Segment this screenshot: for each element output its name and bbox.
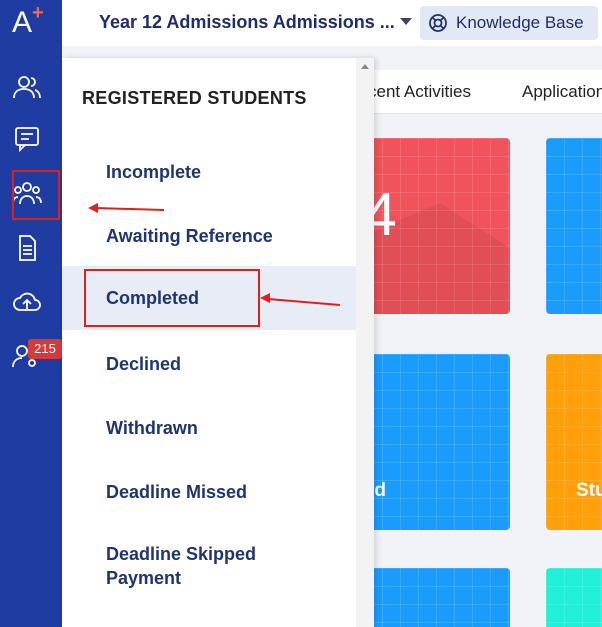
menu-item-incomplete[interactable]: Incomplete <box>62 158 356 186</box>
scrollbar[interactable] <box>356 58 374 627</box>
tab-recent-activities[interactable]: cent Activities <box>368 82 471 102</box>
menu-item-withdrawn[interactable]: Withdrawn <box>62 414 356 442</box>
annotation-box-sidebar <box>12 170 60 220</box>
knowledge-base-label: Knowledge Base <box>456 13 584 32</box>
notification-badge: 215 <box>28 339 62 359</box>
logo-plus-icon: + <box>32 2 44 24</box>
sidebar: A + 215 <box>0 0 62 627</box>
menu-title: REGISTERED STUDENTS <box>82 88 307 108</box>
users-icon[interactable] <box>10 72 44 102</box>
message-icon[interactable] <box>10 124 44 154</box>
stat-tile-blue[interactable] <box>546 138 602 314</box>
menu-item-deadline-skipped-payment[interactable]: Deadline Skipped Payment <box>62 542 292 590</box>
cloud-upload-icon[interactable] <box>10 287 44 317</box>
stat-tile-cyan[interactable] <box>546 568 602 627</box>
stat-tile-orange[interactable]: Stu <box>546 354 602 530</box>
document-icon[interactable] <box>10 233 44 263</box>
tab-application[interactable]: Application <box>522 82 602 102</box>
annotation-arrow-completed <box>260 293 341 306</box>
annotation-box-completed <box>84 269 260 327</box>
registered-students-menu: REGISTERED STUDENTS Incomplete Awaiting … <box>62 58 374 627</box>
tile-label: Stu <box>576 480 602 501</box>
top-header: Year 12 Admissions Admissions ... Knowle… <box>62 0 602 46</box>
menu-item-deadline-missed[interactable]: Deadline Missed <box>62 478 356 506</box>
menu-item-awaiting-reference[interactable]: Awaiting Reference <box>62 222 356 250</box>
scroll-up-icon[interactable] <box>361 64 369 69</box>
annotation-arrow-left <box>88 203 165 213</box>
menu-item-declined[interactable]: Declined <box>62 350 356 378</box>
chevron-down-icon[interactable] <box>400 18 412 25</box>
lifebuoy-icon <box>429 14 447 32</box>
logo-letter: A <box>12 6 33 39</box>
knowledge-base-button[interactable]: Knowledge Base <box>420 6 598 40</box>
page-title[interactable]: Year 12 Admissions Admissions ... <box>99 12 395 33</box>
app-logo[interactable]: A + <box>12 2 48 42</box>
